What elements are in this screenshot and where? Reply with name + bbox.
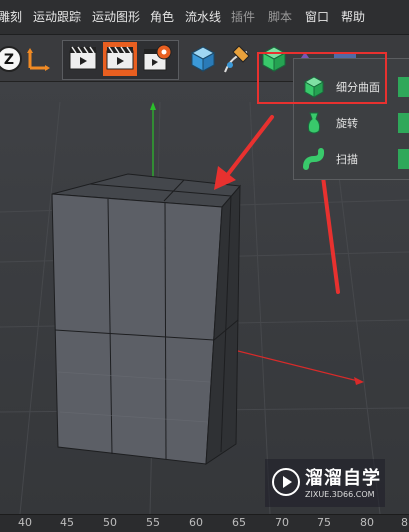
- watermark-title: 溜溜自学: [305, 468, 381, 489]
- lathe-icon: [302, 111, 326, 135]
- sweep-icon: [302, 147, 326, 171]
- popup-label: 扫描: [336, 153, 358, 166]
- ruler-tick: 80: [360, 516, 374, 529]
- coordinate-axis-icon[interactable]: [22, 42, 56, 76]
- menu-character[interactable]: 角色: [150, 0, 174, 34]
- ruler-tick: 8: [401, 516, 408, 529]
- pen-spline-icon[interactable]: [221, 42, 255, 76]
- render-picture-icon[interactable]: [103, 42, 137, 76]
- menu-sculpt[interactable]: 雕刻: [0, 0, 22, 34]
- timeline-ruler[interactable]: 40 45 50 55 60 65 70 75 80 8: [0, 514, 409, 532]
- menu-script[interactable]: 脚本: [268, 0, 292, 34]
- menu-pipeline[interactable]: 流水线: [185, 0, 221, 34]
- watermark-play-icon: [272, 468, 300, 496]
- ruler-tick: 75: [317, 516, 331, 529]
- popup-item-lathe[interactable]: 旋转: [294, 107, 409, 139]
- watermark-subtitle: ZIXUE.3D66.COM: [305, 490, 375, 499]
- popup-label: 旋转: [336, 117, 358, 130]
- ruler-tick: 50: [103, 516, 117, 529]
- popup-column-2-icon[interactable]: [398, 113, 409, 133]
- menu-bar: 雕刻 运动跟踪 运动图形 角色 流水线 插件 脚本 窗口 帮助: [0, 0, 409, 35]
- popup-column-2-icon[interactable]: [398, 149, 409, 169]
- watermark: 溜溜自学 ZIXUE.3D66.COM: [265, 459, 385, 507]
- menu-help[interactable]: 帮助: [341, 0, 365, 34]
- ruler-tick: 40: [18, 516, 32, 529]
- ruler-tick: 45: [60, 516, 74, 529]
- ruler-tick: 65: [232, 516, 246, 529]
- menu-window[interactable]: 窗口: [305, 0, 329, 34]
- menu-plugins[interactable]: 插件: [231, 0, 255, 34]
- highlight-box: [257, 52, 387, 104]
- menu-mograph[interactable]: 运动图形: [92, 0, 140, 34]
- cube-icon[interactable]: [186, 42, 220, 76]
- ruler-tick: 70: [275, 516, 289, 529]
- popup-item-sweep[interactable]: 扫描: [294, 143, 409, 175]
- popup-column-2-icon[interactable]: [398, 77, 409, 97]
- menu-motion-tracking[interactable]: 运动跟踪: [33, 0, 81, 34]
- ruler-tick: 60: [189, 516, 203, 529]
- render-settings-icon[interactable]: [140, 42, 174, 76]
- svg-text:Z: Z: [4, 52, 14, 68]
- render-view-icon[interactable]: [66, 42, 100, 76]
- ruler-tick: 55: [146, 516, 160, 529]
